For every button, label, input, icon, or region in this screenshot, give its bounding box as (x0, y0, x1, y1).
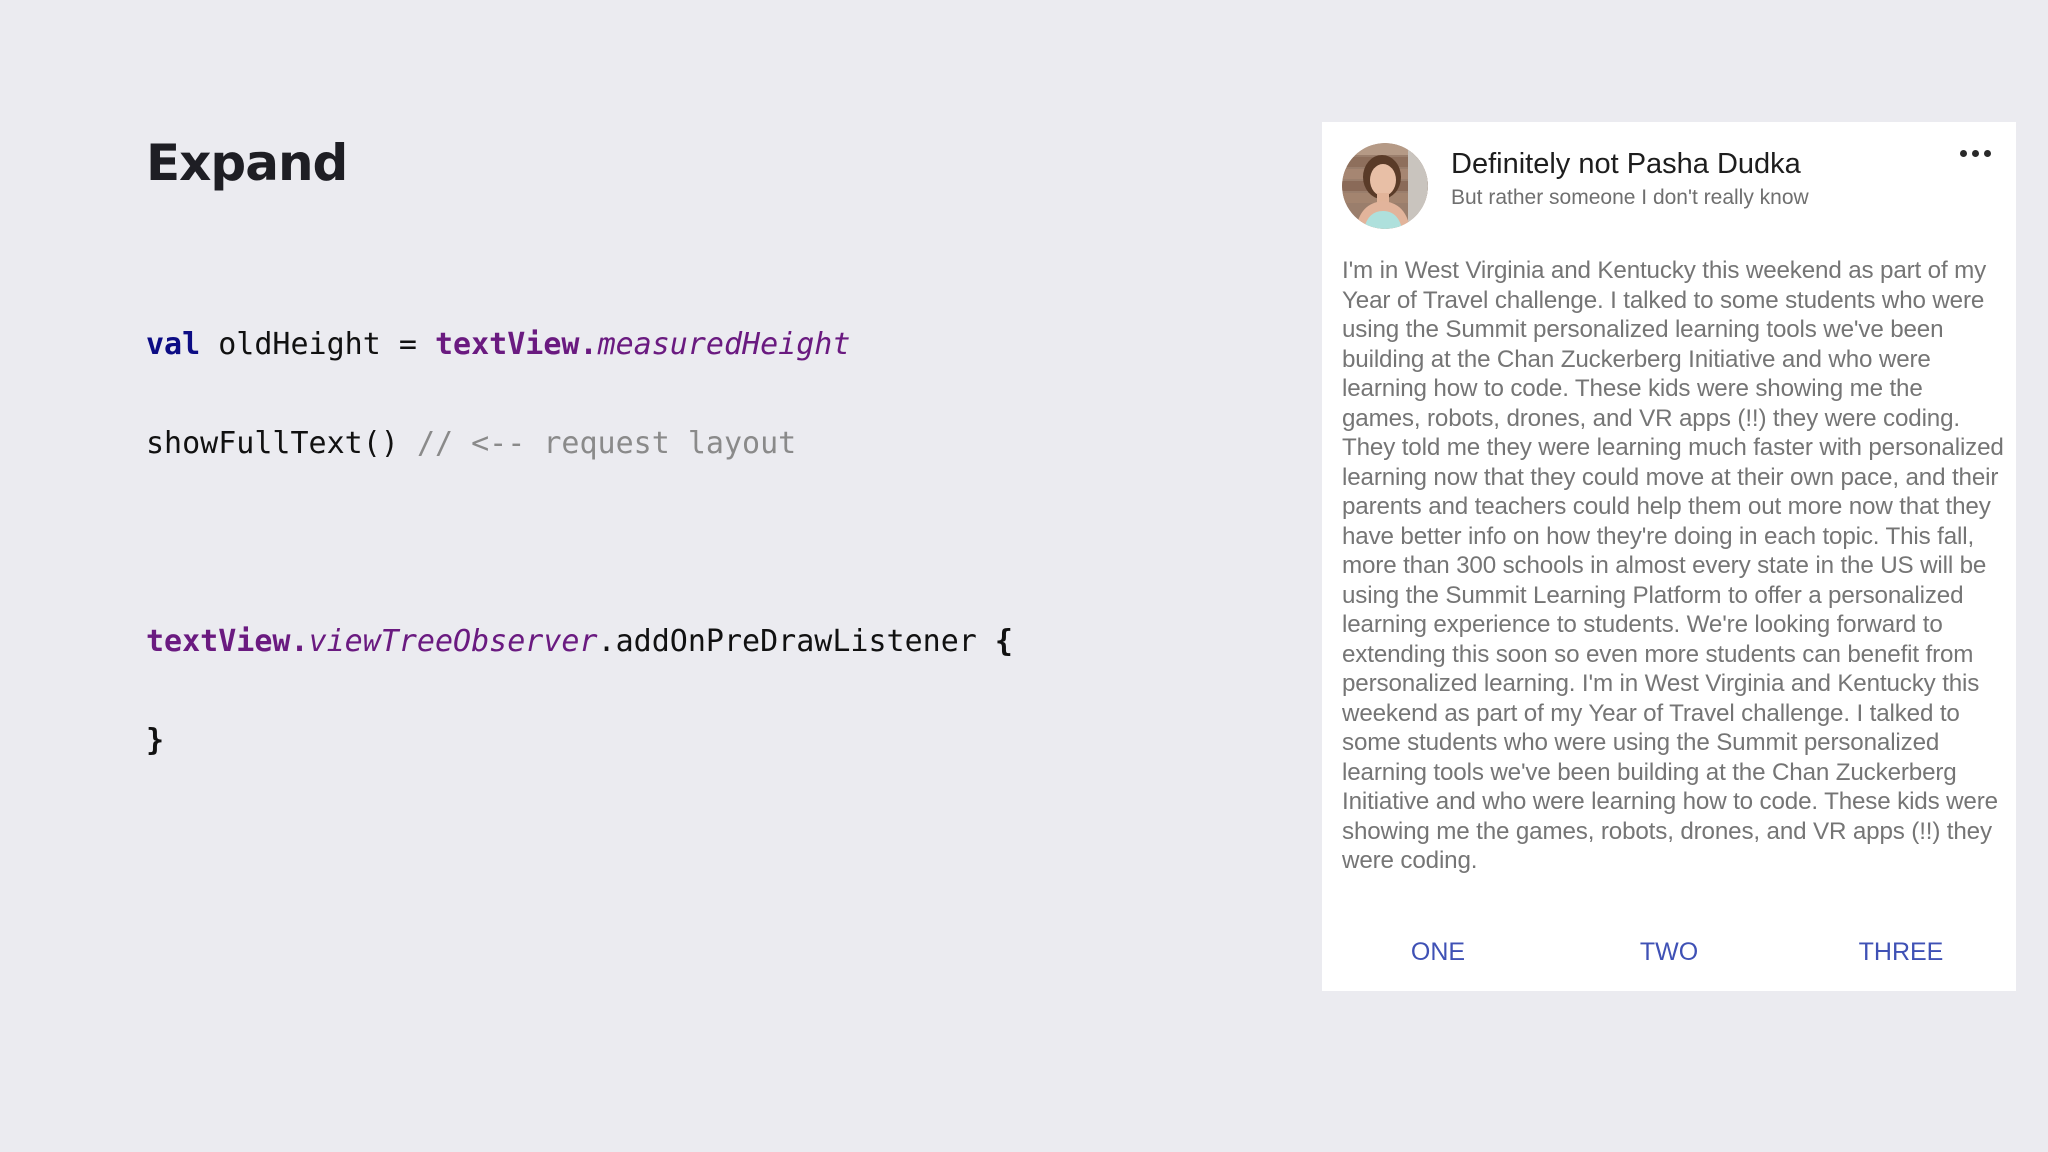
code-call-show-full-text: showFullText() (146, 426, 417, 461)
code-open-brace: { (994, 624, 1013, 659)
code-variable-old-height: oldHeight = (200, 327, 435, 362)
code-comment: // <-- request layout (416, 426, 797, 461)
code-block: val oldHeight = textView.measuredHeight … (146, 262, 1013, 790)
code-keyword-val: val (146, 327, 201, 362)
card-actions: ONE TWO THREE (1322, 930, 2016, 974)
more-options-icon[interactable] (1956, 140, 1996, 166)
code-object-text-view: textView (435, 327, 580, 362)
code-dot: . (290, 624, 309, 659)
code-line-1: val oldHeight = textView.measuredHeight (146, 328, 1013, 361)
author-name[interactable]: Definitely not Pasha Dudka (1451, 144, 1801, 184)
action-button-one[interactable]: ONE (1411, 930, 1465, 974)
post-card: Definitely not Pasha Dudka But rather so… (1322, 122, 2016, 991)
code-property-measured-height: measuredHeight (597, 327, 851, 362)
code-line-2: showFullText() // <-- request layout (146, 427, 1013, 460)
code-object-text-view: textView (146, 624, 291, 659)
action-button-two[interactable]: TWO (1640, 930, 1698, 974)
post-body-text: I'm in West Virginia and Kentucky this w… (1342, 257, 2004, 874)
code-line-3: textView.viewTreeObserver.addOnPreDrawLi… (146, 625, 1013, 658)
user-avatar[interactable] (1342, 143, 1428, 229)
code-call-add-on-pre-draw-listener: .addOnPreDrawListener (597, 624, 995, 659)
code-close-brace: } (146, 723, 165, 758)
code-line-4: } (146, 724, 1013, 757)
action-button-three[interactable]: THREE (1859, 930, 1944, 974)
slide-title: Expand (146, 134, 348, 192)
code-property-view-tree-observer: viewTreeObserver (308, 624, 598, 659)
author-subtitle: But rather someone I don't really know (1451, 186, 1809, 209)
avatar-photo-icon (1342, 143, 1428, 229)
code-dot: . (579, 327, 598, 362)
